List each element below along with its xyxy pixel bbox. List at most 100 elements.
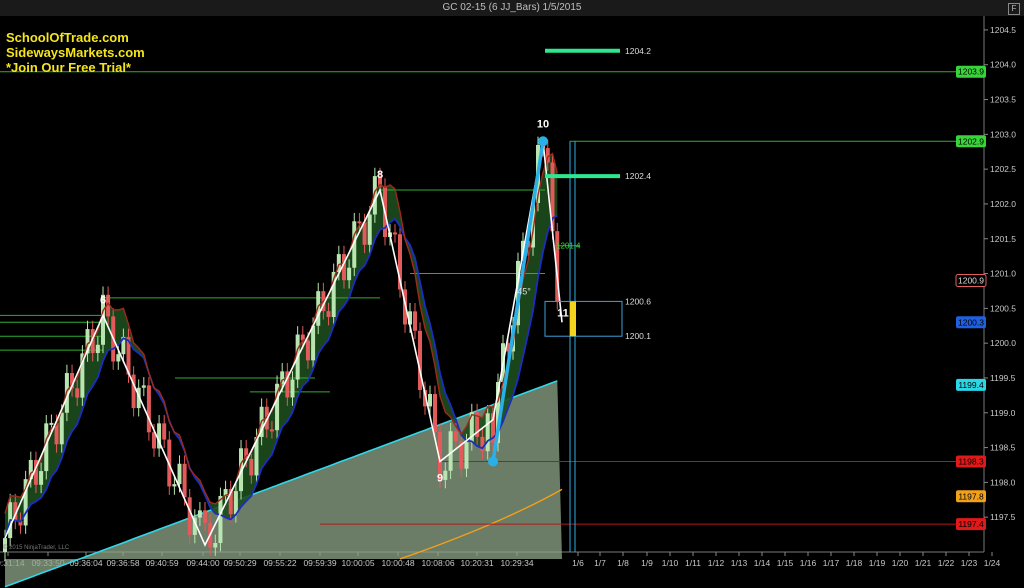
candle-body (141, 385, 146, 388)
x-tick-label: 1/12 (708, 558, 725, 568)
candle-body (197, 510, 202, 518)
x-tick-label: 09:55:22 (263, 558, 296, 568)
x-tick-label: 1/13 (731, 558, 748, 568)
swing-label: 11 (557, 307, 569, 319)
brand-line-sideways: SidewaysMarkets.com (6, 45, 145, 60)
candle-body (443, 470, 448, 480)
y-tick-label: 1199.5 (990, 373, 1016, 383)
y-tick-label: 1201.0 (990, 269, 1016, 279)
x-tick-label: 1/19 (869, 558, 886, 568)
y-tick-label: 1201.5 (990, 234, 1016, 244)
candle-body (326, 311, 331, 317)
price-tag-label: 1202.9 (958, 136, 984, 146)
brand-block: SchoolOfTrade.com SidewaysMarkets.com *J… (6, 30, 145, 75)
x-tick-label: 1/16 (800, 558, 817, 568)
brand-line-school: SchoolOfTrade.com (6, 30, 129, 45)
candle-body (95, 344, 100, 354)
x-tick-label: 1/9 (641, 558, 653, 568)
x-tick-label: 10:29:34 (500, 558, 533, 568)
swing-label: 6 (100, 294, 106, 306)
price-tag-label: 1200.9 (958, 276, 984, 286)
x-tick-label: 1/23 (961, 558, 978, 568)
candle-body (75, 388, 80, 398)
y-tick-label: 1200.5 (990, 303, 1016, 313)
swing-label: 10 (537, 118, 549, 130)
candle-body (393, 232, 397, 235)
candle-body (177, 463, 182, 485)
candle-body (146, 385, 151, 433)
candle-body (162, 423, 167, 440)
price-tag-label: 1203.9 (958, 67, 984, 77)
y-tick-label: 1197.5 (990, 512, 1016, 522)
candle-body (433, 394, 437, 432)
x-tick-label: 1/8 (617, 558, 629, 568)
candle-body (357, 221, 362, 224)
brand-line-trial: *Join Our Free Trial* (6, 60, 131, 75)
x-tick-label: 09:44:00 (186, 558, 219, 568)
x-tick-label: 1/14 (754, 558, 771, 568)
price-tag-label: 1199.4 (958, 380, 984, 390)
candle-body (464, 442, 469, 469)
box-level-label: 1200.6 (625, 296, 651, 306)
swing-point-9 (488, 456, 498, 467)
small-level-label: 1201.4 (556, 242, 581, 251)
x-tick-label: 10:00:05 (341, 558, 374, 568)
candle-body (305, 340, 310, 361)
candle-body (428, 394, 432, 407)
price-tag-label: 1198.3 (958, 457, 984, 467)
candle-body (49, 422, 54, 425)
candle-body (203, 510, 207, 523)
y-tick-label: 1203.0 (990, 129, 1016, 139)
y-tick-label: 1203.5 (990, 95, 1016, 105)
box-level-label: 1200.1 (625, 331, 651, 341)
y-tick-label: 1202.5 (990, 164, 1016, 174)
y-tick-label: 1199.0 (990, 408, 1016, 418)
candle-body (367, 214, 372, 245)
angle-label: 45° (517, 286, 531, 296)
candle-body (413, 311, 417, 331)
x-tick-label: 1/24 (984, 558, 1001, 568)
price-tag-label: 1200.3 (958, 317, 984, 327)
x-tick-label: 1/11 (685, 558, 701, 568)
candle-body (418, 330, 422, 390)
y-tick-label: 1202.0 (990, 199, 1016, 209)
x-tick-label: 1/10 (662, 558, 679, 568)
price-tag-label: 1197.4 (958, 519, 984, 529)
price-tag-label: 1197.8 (958, 491, 984, 501)
target-label: 1204.2 (625, 46, 651, 56)
y-tick-label: 1204.0 (990, 60, 1016, 70)
y-tick-label: 1200.0 (990, 338, 1016, 348)
candle-body (116, 354, 121, 362)
x-tick-label: 1/6 (572, 558, 584, 568)
candle-body (218, 495, 223, 543)
copyright-notice: © 2015 NinjaTrader, LLC (3, 545, 70, 551)
swing-label: 8 (377, 169, 383, 181)
candle-body (172, 484, 177, 487)
y-tick-label: 1204.5 (990, 25, 1016, 35)
x-tick-label: 1/22 (938, 558, 955, 568)
candle-body (448, 431, 453, 471)
swing-point-10 (538, 136, 548, 147)
candle-body (311, 325, 316, 361)
candle-body (453, 431, 458, 442)
candle-body (59, 412, 64, 445)
x-tick-label: 10:20:31 (460, 558, 493, 568)
swing-label: 9 (437, 473, 443, 485)
y-tick-label: 1198.0 (990, 477, 1016, 487)
x-tick-label: 10:08:06 (421, 558, 454, 568)
x-tick-label: 09:36:58 (106, 558, 139, 568)
candle-body (213, 542, 218, 548)
candle-body (290, 379, 295, 398)
price-chart: 1197.5 1198.0 1198.5 1199.0 1199.5 1200.0 1200… (0, 16, 1024, 588)
x-tick-label: 1/7 (594, 558, 606, 568)
candle-body (347, 267, 352, 281)
x-tick-label: 1/21 (915, 558, 932, 568)
candle-body (233, 491, 238, 515)
candle-body (269, 429, 274, 432)
candle-body (182, 463, 187, 498)
candle-body (187, 497, 192, 535)
x-tick-label: 1/15 (777, 558, 794, 568)
y-tick-label: 1198.5 (990, 443, 1016, 453)
target-label: 1202.4 (625, 171, 651, 181)
x-tick-label: 09:40:59 (145, 558, 178, 568)
